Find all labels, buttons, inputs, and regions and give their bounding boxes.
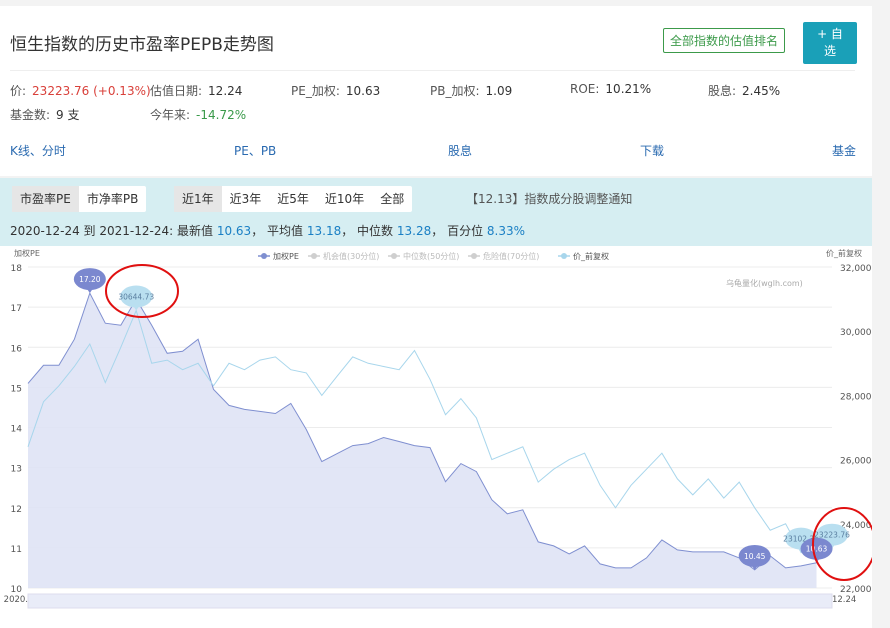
median-label: 中位数 [357, 224, 394, 238]
header-divider [10, 70, 855, 71]
index-header-card: 恒生指数的历史市盈率PEPB走势图 全部指数的估值排名 + 自 选 价: 2322… [0, 6, 872, 176]
y-tick-left: 16 [11, 344, 23, 354]
percentile-value: 8.33% [486, 224, 526, 238]
roe-value: 10.21% [605, 82, 652, 96]
legend-swatch-dot [261, 253, 267, 259]
pe-label: PE_加权: [291, 84, 340, 98]
tab-pe[interactable]: 市盈率PE [12, 186, 79, 212]
y-tick-left: 17 [11, 304, 22, 314]
date-value: 12.24 [208, 84, 243, 98]
legend-item: 机会值(30分位) [323, 251, 379, 261]
metric-tabs: 市盈率PE 市净率PB [12, 186, 147, 212]
add-favorite-label-2: 选 [823, 44, 836, 58]
y-tick-right: 22,000 [840, 585, 872, 595]
ytd-label: 今年来: [150, 108, 191, 122]
legend-item: 危险值(70分位) [483, 251, 539, 261]
nav-download[interactable]: 下载 [640, 142, 664, 159]
date-label: 估值日期: [150, 84, 203, 98]
y-tick-left: 12 [11, 505, 22, 515]
y-tick-left: 11 [11, 545, 22, 555]
dividend-value: 2.45% [742, 84, 781, 98]
latest-value: 10.63 [216, 224, 252, 238]
range-navigator [27, 593, 833, 609]
marker-label: 10.63 [806, 545, 828, 554]
latest-label: 最新值 [176, 224, 213, 238]
legend-swatch-dot [311, 253, 317, 259]
pe-chart-area: 10 11 12 13 14 15 16 17 18 22,000 24,000 26,000 28,0… [0, 246, 876, 628]
y-tick-left: 10 [11, 585, 23, 595]
add-favorite-button[interactable]: + 自 选 [803, 22, 857, 64]
marker-label: 30644.73 [118, 292, 154, 301]
pe-area [28, 293, 817, 588]
y-axis-label-left: 加权PE [14, 248, 40, 258]
tab-1y[interactable]: 近1年 [174, 186, 222, 212]
legend-swatch-dot [391, 253, 397, 259]
y-tick-left: 13 [11, 465, 22, 475]
tab-5y[interactable]: 近5年 [269, 186, 317, 212]
y-tick-right: 32,000 [840, 264, 872, 274]
percentile-label: 百分位 [447, 224, 484, 238]
watermark: 乌龟量化(wglh.com) [726, 278, 803, 288]
tab-3y[interactable]: 近3年 [222, 186, 270, 212]
tab-pb[interactable]: 市净率PB [79, 186, 146, 212]
pe-chart[interactable]: 10111213141516171822,00024,00026,00028,0… [0, 246, 876, 628]
page-title: 恒生指数的历史市盈率PEPB走势图 [10, 35, 274, 55]
funds-label: 基金数: [10, 108, 51, 122]
y-tick-right: 30,000 [840, 328, 872, 338]
avg-value: 13.18 [306, 224, 342, 238]
y-tick-left: 15 [11, 384, 22, 394]
ytd-value: -14.72% [196, 108, 247, 122]
legend-swatch-dot [561, 253, 567, 259]
funds-value: 9 支 [56, 108, 80, 122]
median-value: 13.28 [396, 224, 432, 238]
tab-all[interactable]: 全部 [372, 186, 412, 212]
pb-label: PB_加权: [430, 84, 480, 98]
price-value: 23223.76 (+0.13%) [32, 84, 151, 98]
marker-label: 17.20 [79, 275, 101, 284]
legend-item: 价_前复权 [573, 251, 609, 261]
y-tick-right: 26,000 [840, 457, 872, 467]
range-prefix: 2020-12-24 到 2021-12-24: [10, 224, 174, 238]
controls-panel: 市盈率PE 市净率PB 近1年 近3年 近5年 近10年 全部 【12.13】指… [0, 178, 872, 246]
avg-label: 平均值 [267, 224, 304, 238]
nav-funds[interactable]: 基金 [832, 142, 856, 159]
legend-swatch-dot [471, 253, 477, 259]
y-tick-right: 28,000 [840, 392, 872, 402]
pe-value: 10.63 [345, 84, 381, 98]
roe-label: ROE: [570, 82, 600, 96]
dividend-label: 股息: [708, 84, 737, 98]
pb-value: 1.09 [485, 84, 513, 98]
index-adjust-notice[interactable]: 【12.13】指数成分股调整通知 [466, 190, 632, 207]
y-tick-left: 18 [11, 264, 23, 274]
y-axis-label-right: 价_前复权 [826, 248, 862, 258]
price-label: 价: [10, 84, 27, 98]
legend-item: 加权PE [273, 251, 299, 261]
legend-item: 中位数(50分位) [403, 251, 459, 261]
range-summary: 2020-12-24 到 2021-12-24: 最新值 10.63， 平均值 … [10, 224, 526, 238]
nav-pe-pb[interactable]: PE、PB [234, 142, 276, 159]
nav-dividend[interactable]: 股息 [448, 142, 472, 159]
nav-kline[interactable]: K线、分时 [10, 142, 66, 159]
tab-10y[interactable]: 近10年 [317, 186, 372, 212]
marker-label: 10.45 [744, 552, 766, 561]
add-favorite-label-1: + 自 [817, 27, 843, 41]
valuation-rank-button[interactable]: 全部指数的估值排名 [663, 28, 786, 53]
period-tabs: 近1年 近3年 近5年 近10年 全部 [174, 186, 413, 212]
y-tick-left: 14 [11, 425, 23, 435]
